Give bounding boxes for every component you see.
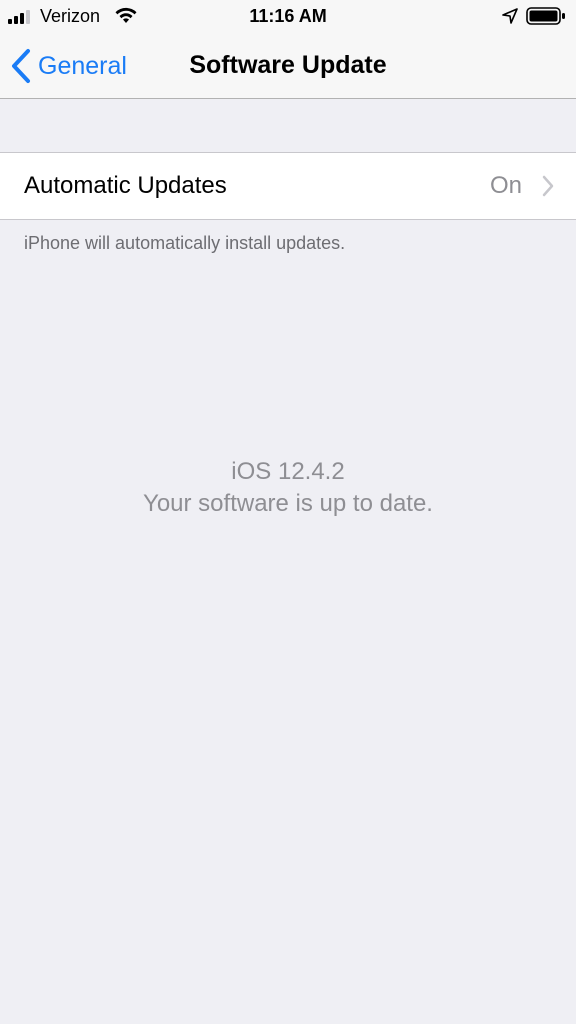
automatic-updates-cell[interactable]: Automatic Updates On bbox=[0, 152, 576, 220]
ios-version: iOS 12.4.2 bbox=[231, 458, 345, 485]
page-title: Software Update bbox=[189, 51, 387, 79]
status-time: 11:16 AM bbox=[249, 6, 327, 26]
navigation-bar: General Software Update bbox=[0, 32, 576, 99]
location-icon bbox=[502, 8, 518, 24]
automatic-updates-footer: iPhone will automatically install update… bbox=[24, 233, 346, 253]
automatic-updates-value: On bbox=[489, 172, 522, 199]
automatic-updates-label: Automatic Updates bbox=[24, 172, 227, 199]
software-status: iOS 12.4.2 Your software is up to date. bbox=[0, 456, 576, 520]
chevron-right-icon bbox=[542, 175, 554, 197]
battery-icon bbox=[526, 7, 565, 25]
up-to-date-message: Your software is up to date. bbox=[143, 490, 433, 517]
status-bar: Verizon 11:16 AM bbox=[0, 0, 576, 32]
